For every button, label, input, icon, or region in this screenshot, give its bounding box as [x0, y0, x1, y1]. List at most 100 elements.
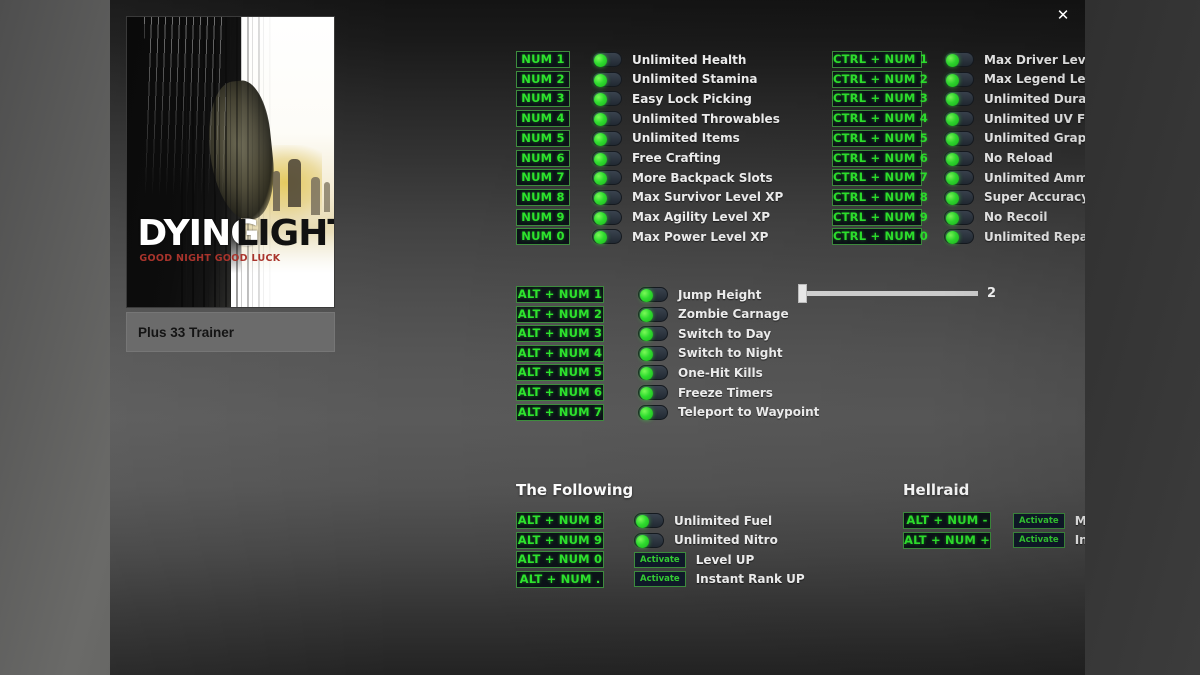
cheat-label: Unlimited Fuel — [674, 513, 773, 528]
cheat-row: ALT + NUM 4 Switch to Night — [516, 344, 783, 362]
toggle-switch[interactable] — [592, 189, 622, 205]
cheat-row: NUM 9 Max Agility Level XP — [516, 208, 770, 226]
toggle-switch[interactable] — [592, 150, 622, 166]
cheat-row: NUM 4 Unlimited Throwables — [516, 110, 780, 128]
hotkey-button[interactable]: ALT + NUM 7 — [516, 403, 604, 421]
toggle-switch[interactable] — [944, 91, 974, 107]
hotkey-button[interactable]: CTRL + NUM 4 — [832, 110, 928, 128]
hotkey-button[interactable]: NUM 2 — [516, 70, 570, 88]
toggle-switch[interactable] — [944, 150, 974, 166]
toggle-switch[interactable] — [638, 306, 668, 322]
toggle-switch[interactable] — [944, 209, 974, 225]
cheat-label: Instant Rank UP — [695, 572, 805, 587]
cheat-row: CTRL + NUM 8 Super Accuracy — [832, 188, 1085, 206]
toggle-switch[interactable] — [592, 130, 622, 146]
cheat-label: Max Power Level XP — [632, 229, 769, 244]
hotkey-button[interactable]: CTRL + NUM 9 — [832, 208, 928, 226]
toggle-switch[interactable] — [638, 287, 668, 302]
hotkey-button[interactable]: CTRL + NUM 8 — [832, 188, 928, 206]
toggle-switch[interactable] — [944, 189, 974, 205]
close-icon[interactable]: ✕ — [1053, 5, 1073, 25]
cheat-label: More Backpack Slots — [632, 170, 773, 185]
hotkey-button[interactable]: ALT + NUM 1 — [516, 286, 604, 303]
hotkey-button[interactable]: NUM 6 — [516, 149, 570, 167]
toggle-switch[interactable] — [592, 170, 622, 186]
cheat-row: ALT + NUM + Activate Instant Rank UP — [903, 531, 1085, 549]
activate-button[interactable]: Activate — [1013, 532, 1065, 549]
cheat-label: Free Crafting — [632, 151, 721, 165]
hotkey-button[interactable]: CTRL + NUM 7 — [832, 169, 928, 187]
toggle-switch[interactable] — [592, 52, 622, 67]
hotkey-button[interactable]: CTRL + NUM 0 — [832, 228, 928, 246]
cover-figure — [310, 176, 320, 215]
toggle-switch[interactable] — [592, 71, 622, 87]
hotkey-button[interactable]: ALT + NUM 2 — [516, 305, 604, 323]
toggle-switch[interactable] — [944, 170, 974, 186]
hotkey-button[interactable]: CTRL + NUM 3 — [832, 90, 928, 108]
hotkey-button[interactable]: ALT + NUM 5 — [516, 364, 604, 382]
toggle-switch[interactable] — [944, 52, 974, 67]
toggle-switch[interactable] — [638, 404, 668, 420]
cheat-row: CTRL + NUM 3 Unlimited Durability — [832, 90, 1085, 108]
toggle-knob — [946, 191, 959, 205]
cheat-label: Unlimited Ammo/Arrows/Crossbows — [984, 170, 1085, 185]
hotkey-button[interactable]: NUM 1 — [516, 51, 570, 68]
jump-height-slider-track[interactable] — [798, 284, 978, 303]
toggle-switch[interactable] — [592, 209, 622, 225]
cheat-row: ALT + NUM 3 Switch to Day — [516, 325, 771, 343]
toggle-switch[interactable] — [944, 71, 974, 87]
hotkey-button[interactable]: NUM 4 — [516, 110, 570, 128]
hotkey-button[interactable]: CTRL + NUM 6 — [832, 149, 928, 167]
hotkey-button[interactable]: NUM 8 — [516, 188, 570, 206]
cheat-label: Teleport to Waypoint — [678, 405, 820, 420]
cheat-label: Unlimited Repairing — [984, 229, 1085, 244]
jump-height-slider-handle[interactable] — [798, 284, 807, 303]
cheat-row: ALT + NUM 6 Freeze Timers — [516, 384, 773, 401]
activate-button[interactable]: Activate — [634, 571, 686, 588]
hotkey-button[interactable]: CTRL + NUM 2 — [832, 70, 928, 88]
hotkey-button[interactable]: ALT + NUM 3 — [516, 325, 604, 343]
cheat-label: Jump Height — [678, 287, 762, 302]
hotkey-button[interactable]: ALT + NUM 0 — [516, 551, 604, 569]
toggle-switch[interactable] — [638, 365, 668, 381]
jump-height-slider-group[interactable]: 2 — [798, 284, 996, 303]
toggle-switch[interactable] — [638, 385, 668, 400]
hotkey-button[interactable]: NUM 9 — [516, 208, 570, 226]
hotkey-button[interactable]: ALT + NUM - — [903, 512, 991, 529]
cover-streaks-secondary — [143, 17, 227, 197]
cheat-label: Zombie Carnage — [678, 307, 789, 322]
toggle-knob — [594, 231, 607, 245]
hotkey-button[interactable]: ALT + NUM 8 — [516, 512, 604, 529]
toggle-knob — [946, 172, 959, 186]
cheat-row: CTRL + NUM 7 Unlimited Ammo/Arrows/Crossb… — [832, 169, 1085, 187]
toggle-switch[interactable] — [592, 91, 622, 107]
toggle-switch[interactable] — [638, 326, 668, 342]
hotkey-button[interactable]: NUM 5 — [516, 129, 570, 147]
hotkey-button[interactable]: ALT + NUM 6 — [516, 384, 604, 401]
hotkey-button[interactable]: CTRL + NUM 5 — [832, 129, 928, 147]
hotkey-button[interactable]: ALT + NUM 4 — [516, 344, 604, 362]
toggle-switch[interactable] — [944, 229, 974, 245]
toggle-switch[interactable] — [634, 513, 664, 528]
toggle-switch[interactable] — [638, 345, 668, 361]
hotkey-button[interactable]: NUM 7 — [516, 169, 570, 187]
hotkey-button[interactable]: ALT + NUM . — [516, 570, 604, 588]
toggle-switch[interactable] — [944, 130, 974, 146]
cheat-row: ALT + NUM 0 Activate Level UP — [516, 551, 754, 569]
hotkey-button[interactable]: ALT + NUM 9 — [516, 531, 604, 549]
cheat-row: CTRL + NUM 2 Max Legend Level XP — [832, 70, 1085, 88]
toggle-knob — [594, 132, 607, 146]
toggle-switch[interactable] — [634, 532, 664, 548]
hotkey-button[interactable]: NUM 3 — [516, 90, 570, 108]
toggle-switch[interactable] — [944, 111, 974, 127]
activate-button[interactable]: Activate — [1013, 512, 1065, 529]
toggle-knob — [594, 191, 607, 205]
cheat-row: ALT + NUM 5 One-Hit Kills — [516, 364, 763, 382]
hotkey-button[interactable]: NUM 0 — [516, 228, 570, 246]
activate-button[interactable]: Activate — [634, 551, 686, 568]
hotkey-button[interactable]: CTRL + NUM 1 — [832, 51, 928, 68]
toggle-switch[interactable] — [592, 111, 622, 127]
hotkey-button[interactable]: ALT + NUM + — [903, 531, 991, 549]
toggle-switch[interactable] — [592, 229, 622, 245]
section-title: The Following — [516, 481, 634, 499]
